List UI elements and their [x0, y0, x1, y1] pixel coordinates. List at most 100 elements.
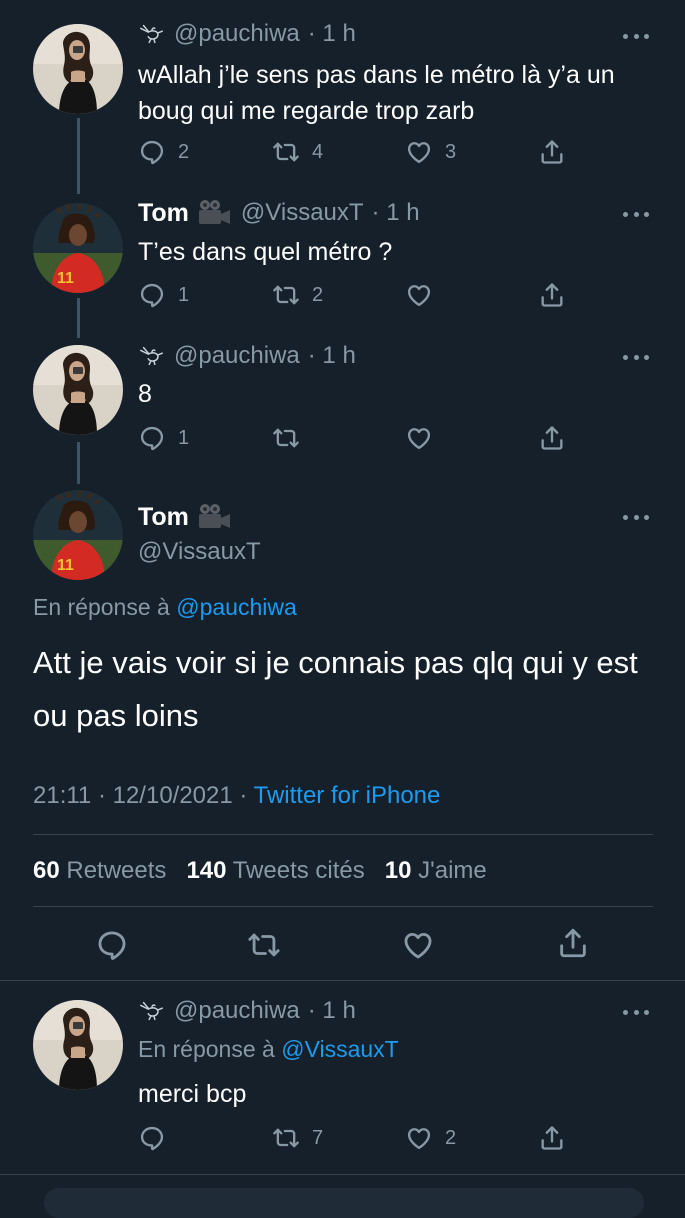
likes-stat[interactable]: 10 J'aime — [385, 857, 487, 884]
share-icon — [556, 926, 590, 960]
share-button[interactable] — [538, 424, 566, 452]
avatar[interactable] — [33, 490, 123, 580]
reply-icon — [138, 424, 166, 452]
camera-emoji-icon — [197, 502, 233, 532]
reply-to-link[interactable]: @pauchiwa — [176, 594, 297, 620]
like-button[interactable] — [405, 281, 433, 309]
retweets-label: Retweets — [66, 857, 167, 884]
retweet-button[interactable]: 2 — [272, 281, 323, 309]
more-icon[interactable] — [623, 210, 649, 218]
reply-button[interactable] — [95, 928, 129, 962]
tweet-header: @pauchiwa · 1 h — [138, 997, 356, 1025]
divider — [0, 1174, 685, 1175]
avatar[interactable] — [33, 24, 123, 114]
divider — [0, 980, 685, 981]
reply-to-link[interactable]: @VissauxT — [281, 1036, 399, 1062]
reply-context: En réponse à @pauchiwa — [33, 594, 297, 621]
share-icon — [538, 138, 566, 166]
like-icon — [405, 424, 433, 452]
main-tweet-name-row: Tom — [138, 502, 233, 532]
share-icon — [538, 424, 566, 452]
more-icon[interactable] — [623, 32, 649, 40]
likes-count: 10 — [384, 857, 412, 884]
more-icon[interactable] — [623, 513, 649, 521]
retweet-count: 2 — [312, 283, 324, 306]
like-icon — [405, 281, 433, 309]
tweet-time: · 1 h — [307, 20, 356, 47]
retweet-icon — [272, 138, 300, 166]
more-icon[interactable] — [623, 1008, 649, 1016]
like-button[interactable]: 3 — [405, 138, 456, 166]
tweet-text: wAllah j’le sens pas dans le métro là y’… — [138, 61, 615, 125]
like-icon — [405, 1124, 433, 1152]
tweet-header: @pauchiwa · 1 h — [138, 20, 356, 48]
bird-doodle-icon — [138, 999, 166, 1023]
divider — [33, 834, 653, 835]
reply-icon — [138, 138, 166, 166]
divider — [33, 906, 653, 907]
share-icon — [538, 281, 566, 309]
quotes-label: Tweets cités — [232, 857, 365, 884]
share-button[interactable] — [538, 281, 566, 309]
share-button[interactable] — [538, 1124, 566, 1152]
user-name[interactable]: Tom — [138, 503, 189, 532]
share-button[interactable] — [556, 926, 590, 960]
reply-button[interactable]: 1 — [138, 424, 189, 452]
bird-doodle-icon — [138, 344, 166, 368]
reply-button[interactable] — [138, 1124, 166, 1152]
reply-prefix: En réponse à — [138, 1036, 275, 1062]
tweet-header: @pauchiwa · 1 h — [138, 342, 356, 370]
reply-button[interactable]: 2 — [138, 138, 189, 166]
tweet-time: · 1 h — [307, 342, 356, 369]
tweet-meta: 21:11 · 12/10/2021 · Twitter for iPhone — [33, 782, 440, 810]
thread-line — [77, 442, 80, 484]
reply-composer-edge — [44, 1188, 644, 1218]
likes-label: J'aime — [418, 857, 487, 884]
retweet-button[interactable]: 7 — [272, 1124, 323, 1152]
thread-line — [77, 298, 80, 338]
like-button[interactable] — [401, 928, 435, 962]
retweet-count: 7 — [312, 1126, 324, 1149]
avatar[interactable] — [33, 345, 123, 435]
avatar[interactable] — [33, 1000, 123, 1090]
retweet-button[interactable] — [272, 424, 300, 452]
main-tweet-text: Att je vais voir si je connais pas qlq q… — [33, 645, 638, 733]
reply-count: 1 — [178, 283, 190, 306]
user-handle[interactable]: @pauchiwa — [174, 342, 300, 370]
reply-count: 2 — [178, 140, 190, 163]
retweet-icon — [272, 424, 300, 452]
retweet-button[interactable] — [247, 928, 281, 962]
avatar[interactable] — [33, 203, 123, 293]
share-button[interactable] — [538, 138, 566, 166]
user-name[interactable]: Tom — [138, 199, 189, 228]
timestamp: 21:11 · 12/10/2021 · — [33, 782, 248, 809]
user-handle[interactable]: @pauchiwa — [174, 997, 300, 1025]
retweets-stat[interactable]: 60 Retweets — [33, 857, 166, 884]
user-handle[interactable]: @VissauxT — [241, 199, 364, 227]
reply-button[interactable]: 1 — [138, 281, 189, 309]
user-handle[interactable]: @VissauxT — [138, 538, 261, 566]
reply-prefix: En réponse à — [33, 594, 170, 620]
retweet-icon — [272, 281, 300, 309]
tweet-text: 8 — [138, 380, 152, 408]
like-icon — [405, 138, 433, 166]
share-icon — [538, 1124, 566, 1152]
tweet-time: · 1 h — [371, 199, 420, 226]
camera-emoji-icon — [197, 198, 233, 228]
user-handle[interactable]: @pauchiwa — [174, 20, 300, 48]
tweet-stats: 60 Retweets 140 Tweets cités 10 J'aime — [33, 857, 487, 885]
like-count: 3 — [445, 140, 457, 163]
more-icon[interactable] — [623, 353, 649, 361]
thread-line — [77, 118, 80, 194]
like-icon — [401, 928, 435, 962]
quotes-stat[interactable]: 140 Tweets cités — [186, 857, 364, 884]
like-button[interactable]: 2 — [405, 1124, 456, 1152]
like-button[interactable] — [405, 424, 433, 452]
avatar-image — [33, 1000, 123, 1090]
quotes-count: 140 — [186, 857, 227, 884]
retweet-button[interactable]: 4 — [272, 138, 323, 166]
reply-count: 1 — [178, 426, 190, 449]
reply-icon — [138, 1124, 166, 1152]
source-link[interactable]: Twitter for iPhone — [254, 782, 441, 809]
like-count: 2 — [445, 1126, 457, 1149]
